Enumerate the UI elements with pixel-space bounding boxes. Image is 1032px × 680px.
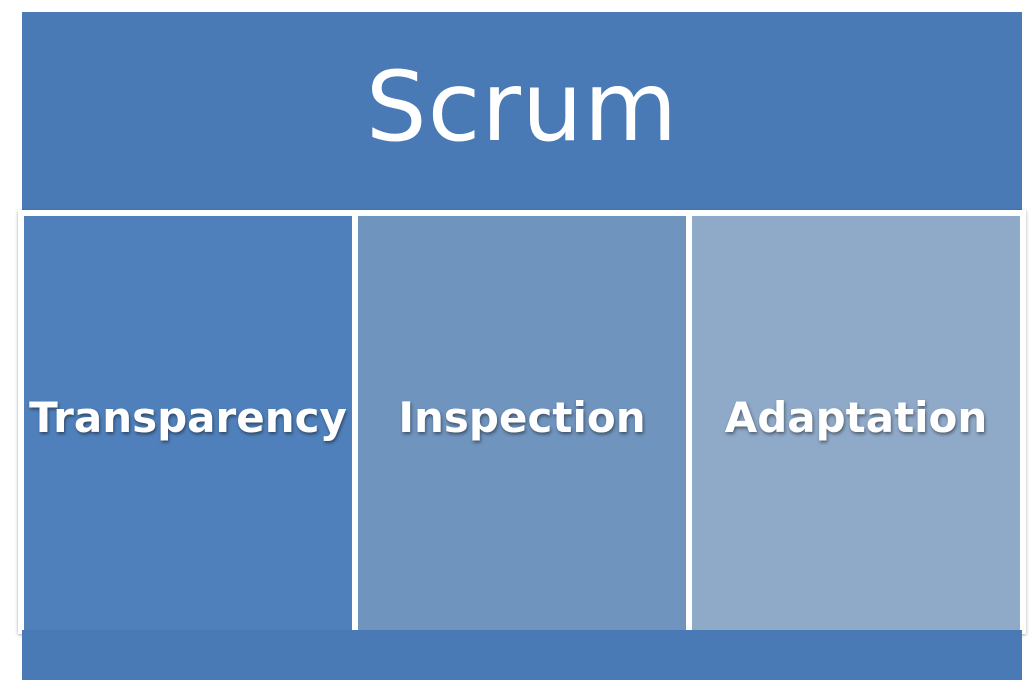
base-bar — [22, 630, 1022, 680]
pillars-container: Transparency Inspection Adaptation — [18, 210, 1026, 634]
pillar-label: Inspection — [398, 392, 646, 442]
pillar-transparency: Transparency — [24, 216, 352, 630]
title-banner: Scrum — [22, 12, 1022, 210]
pillar-adaptation: Adaptation — [692, 216, 1020, 630]
pillar-inspection: Inspection — [358, 216, 686, 630]
pillar-label: Adaptation — [724, 392, 988, 442]
pillar-label: Transparency — [29, 392, 347, 442]
diagram-title: Scrum — [365, 51, 679, 163]
scrum-diagram: Scrum Transparency Inspection Adaptation — [0, 0, 1032, 680]
